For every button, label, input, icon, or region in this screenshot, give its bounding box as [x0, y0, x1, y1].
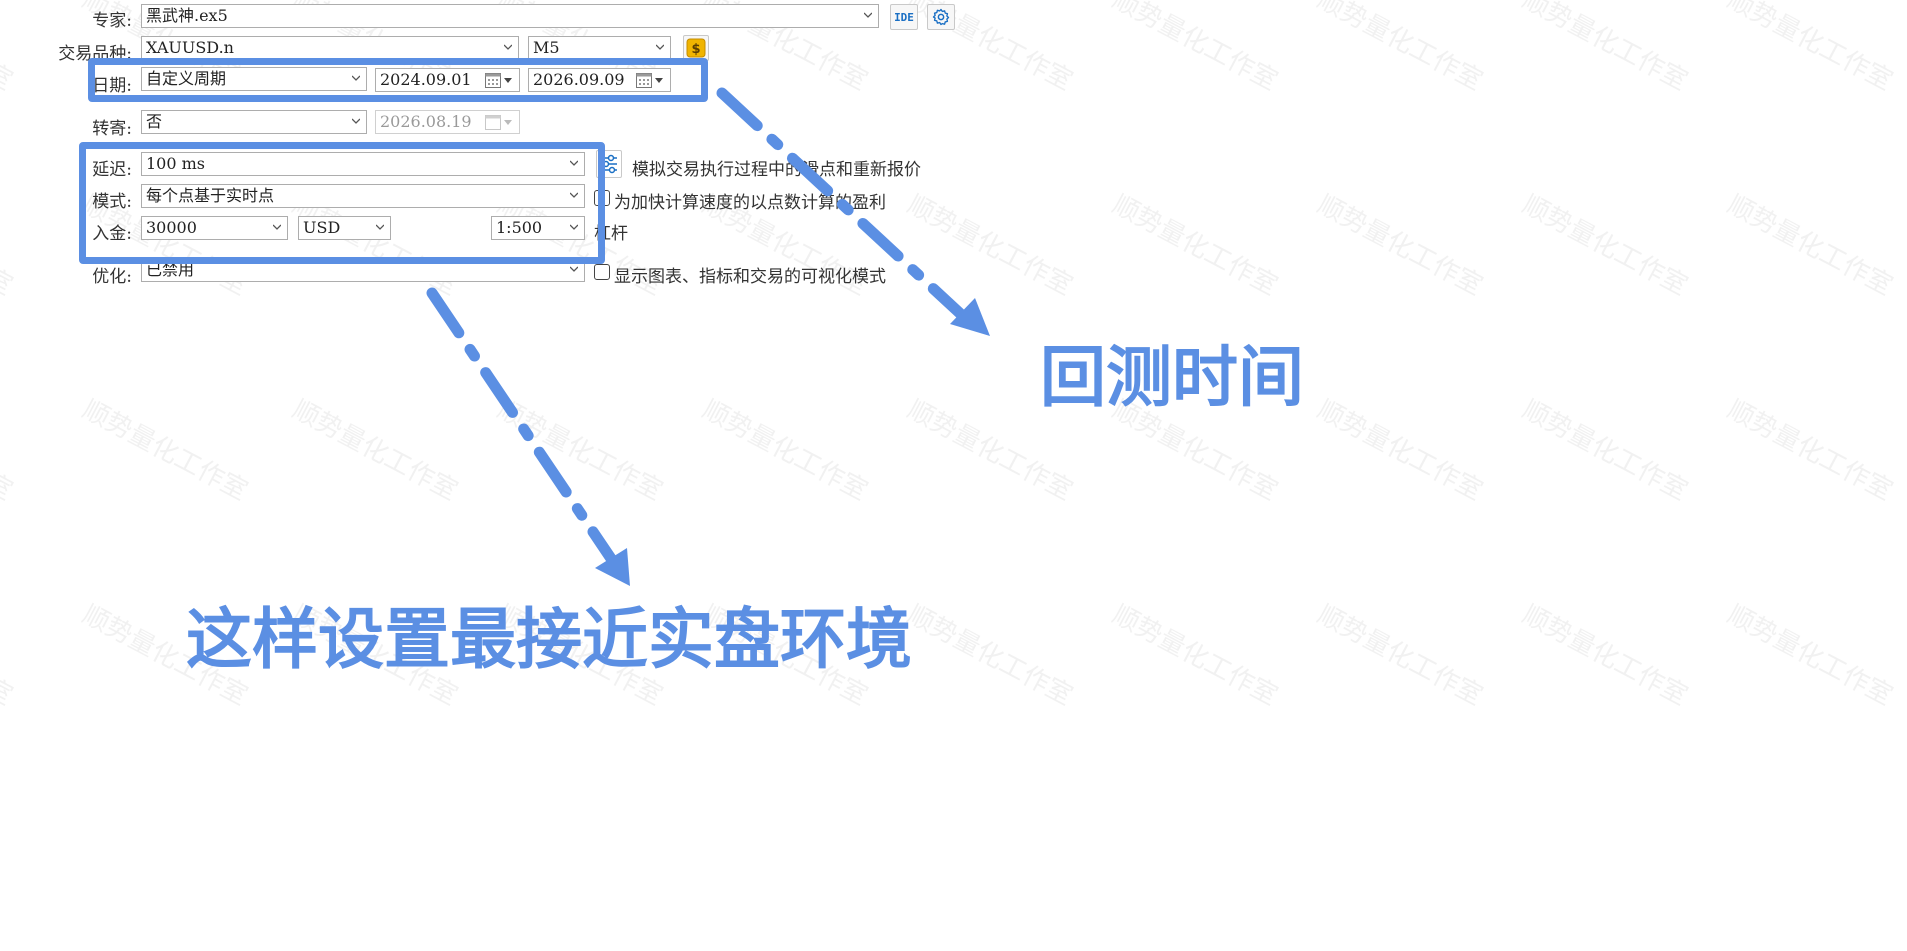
watermark-text: 顺势量化工作室 [0, 189, 18, 302]
expert-label: 专家: [92, 11, 132, 31]
calendar-icon [485, 73, 501, 88]
calendar-icon [485, 115, 501, 130]
visual-mode-label: 显示图表、指标和交易的可视化模式 [614, 267, 886, 287]
forward-select[interactable]: 否 [141, 110, 367, 134]
date-from-value: 2024.09.01 [380, 70, 472, 89]
settings-button[interactable] [927, 4, 955, 30]
chevron-down-icon [352, 75, 360, 81]
date-to-value: 2026.09.09 [533, 70, 625, 89]
watermark-text: 顺势量化工作室 [77, 394, 253, 507]
svg-text:$: $ [691, 42, 700, 57]
calendar-icon [636, 73, 652, 88]
model-value: 每个点基于实时点 [146, 186, 275, 205]
chevron-down-icon [656, 44, 664, 50]
backtest-time-annotation: 回测时间 [1040, 339, 1304, 416]
date-period-select[interactable]: 自定义周期 [141, 67, 367, 91]
chevron-down-icon [376, 224, 384, 230]
forward-date-value: 2026.08.19 [380, 112, 472, 131]
date-from-field[interactable]: 2024.09.01 [375, 68, 520, 92]
chevron-down-icon [570, 192, 578, 198]
forward-date-field: 2026.08.19 [375, 110, 520, 134]
watermark-text: 顺势量化工作室 [0, 0, 18, 97]
optimization-select[interactable]: 已禁用 [141, 258, 585, 282]
dropdown-arrow-icon [655, 78, 663, 83]
expert-select[interactable]: 黑武神.ex5 [141, 4, 879, 28]
watermark-text: 顺势量化工作室 [492, 394, 668, 507]
watermark-text: 顺势量化工作室 [1517, 599, 1693, 712]
deposit-amount-select[interactable]: 30000 [141, 216, 288, 240]
visual-mode-checkbox[interactable] [594, 264, 610, 280]
symbol-select[interactable]: XAUUSD.n [141, 36, 519, 60]
sliders-icon [601, 154, 617, 174]
watermark-text: 顺势量化工作室 [0, 394, 18, 507]
watermark-text: 顺势量化工作室 [1517, 0, 1693, 97]
watermark-text: 顺势量化工作室 [1722, 189, 1898, 302]
watermark-text: 顺势量化工作室 [697, 394, 873, 507]
dollar-icon: $ [686, 38, 706, 58]
watermark-text: 顺势量化工作室 [1722, 394, 1898, 507]
symbol-label: 交易品种: [58, 44, 132, 64]
ide-button[interactable]: IDE [890, 4, 918, 30]
timeframe-select[interactable]: M5 [528, 36, 671, 60]
watermark-text: 顺势量化工作室 [0, 599, 18, 712]
ide-label: IDE [894, 10, 914, 24]
symbol-value: XAUUSD.n [146, 38, 234, 57]
watermark-text: 顺势量化工作室 [1312, 0, 1488, 97]
model-label: 模式: [92, 192, 132, 212]
delay-note: 模拟交易执行过程中的滑点和重新报价 [632, 160, 921, 180]
forward-label: 转寄: [92, 119, 132, 139]
leverage-value: 1:500 [496, 218, 543, 237]
deposit-currency-select[interactable]: USD [298, 216, 391, 240]
chevron-down-icon [864, 12, 872, 18]
leverage-label: 杠杆 [594, 224, 628, 244]
model-select[interactable]: 每个点基于实时点 [141, 184, 585, 208]
watermark-text: 顺势量化工作室 [1312, 599, 1488, 712]
date-label: 日期: [92, 76, 132, 96]
watermark-text: 顺势量化工作室 [1312, 189, 1488, 302]
deposit-currency-value: USD [303, 218, 341, 237]
deposit-amount-value: 30000 [146, 218, 197, 237]
arrow-to-realistic-note [426, 287, 630, 586]
chevron-down-icon [273, 224, 281, 230]
delay-value: 100 ms [146, 154, 206, 173]
chevron-down-icon [504, 44, 512, 50]
chevron-down-icon [570, 160, 578, 166]
watermark-text: 顺势量化工作室 [1107, 599, 1283, 712]
watermark-text: 顺势量化工作室 [1107, 189, 1283, 302]
watermark-text: 顺势量化工作室 [1722, 599, 1898, 712]
expert-value: 黑武神.ex5 [146, 6, 228, 25]
watermark-text: 顺势量化工作室 [287, 394, 463, 507]
chevron-down-icon [570, 224, 578, 230]
watermark-text: 顺势量化工作室 [1722, 0, 1898, 97]
delay-settings-button[interactable] [596, 150, 622, 178]
leverage-select[interactable]: 1:500 [491, 216, 585, 240]
watermark-text: 顺势量化工作室 [902, 599, 1078, 712]
gear-icon [932, 8, 950, 26]
watermark-text: 顺势量化工作室 [1107, 0, 1283, 97]
watermark-text: 顺势量化工作室 [902, 189, 1078, 302]
annotation-arrows [426, 87, 990, 586]
optimization-label: 优化: [92, 267, 132, 287]
arrow-to-backtest-time [716, 87, 990, 336]
date-period-value: 自定义周期 [146, 69, 227, 88]
realistic-setup-annotation: 这样设置最接近实盘环境 [186, 601, 912, 678]
profit-in-pips-label: 为加快计算速度的以点数计算的盈利 [614, 193, 886, 213]
delay-label: 延迟: [92, 160, 132, 180]
watermark-text: 顺势量化工作室 [1312, 394, 1488, 507]
dropdown-arrow-icon [504, 120, 512, 125]
watermark-text: 顺势量化工作室 [1517, 394, 1693, 507]
symbol-properties-button[interactable]: $ [683, 35, 709, 61]
forward-value: 否 [146, 112, 163, 131]
timeframe-value: M5 [533, 38, 560, 57]
chevron-down-icon [352, 118, 360, 124]
delay-select[interactable]: 100 ms [141, 152, 585, 176]
optimization-value: 已禁用 [146, 260, 195, 279]
watermark-text: 顺势量化工作室 [1517, 189, 1693, 302]
chevron-down-icon [570, 266, 578, 272]
deposit-label: 入金: [92, 224, 132, 244]
date-to-field[interactable]: 2026.09.09 [528, 68, 671, 92]
dropdown-arrow-icon [504, 78, 512, 83]
profit-in-pips-checkbox[interactable] [594, 190, 610, 206]
